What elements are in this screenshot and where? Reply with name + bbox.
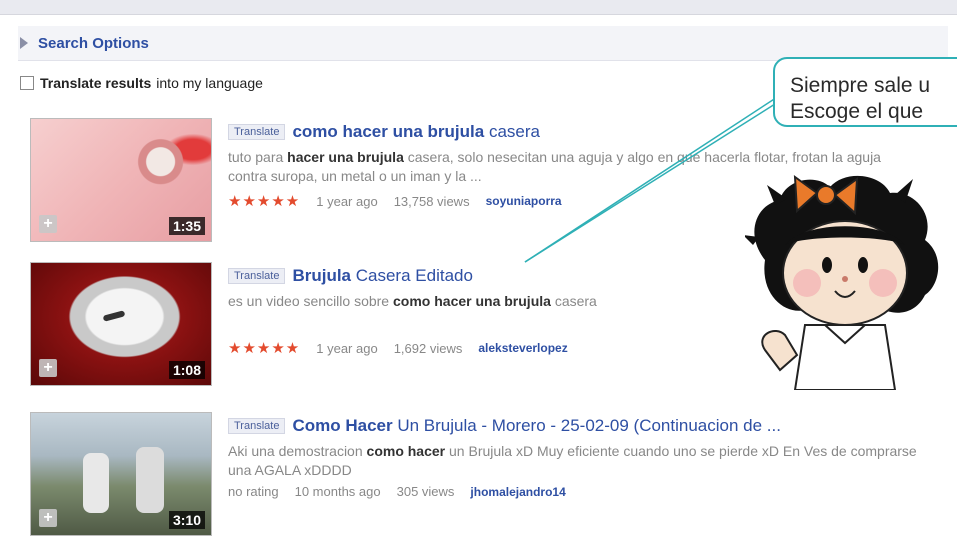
video-thumbnail[interactable]: + 3:10 bbox=[30, 412, 212, 536]
callout-line-1: Siempre sale u bbox=[790, 74, 931, 97]
video-description: Aki una demostracion como hacer un Bruju… bbox=[228, 443, 917, 478]
video-age: 1 year ago bbox=[316, 340, 378, 356]
view-count: 305 views bbox=[396, 484, 455, 499]
view-count: 1,692 views bbox=[393, 340, 463, 356]
translate-results-option[interactable]: Translate results into my language bbox=[20, 75, 263, 91]
rating-stars: ★★★★★ bbox=[228, 193, 301, 210]
add-to-queue-icon[interactable]: + bbox=[39, 359, 57, 377]
video-title-link[interactable]: Como Hacer Un Brujula - Morero - 25-02-0… bbox=[292, 416, 781, 436]
search-options-toggle[interactable]: Search Options bbox=[18, 26, 948, 61]
translate-button[interactable]: Translate bbox=[228, 268, 286, 284]
add-to-queue-icon[interactable]: + bbox=[39, 215, 57, 233]
translate-results-bold: Translate results bbox=[40, 75, 152, 91]
translate-checkbox[interactable] bbox=[20, 76, 34, 90]
video-duration: 1:35 bbox=[168, 217, 205, 235]
video-title-link[interactable]: como hacer una brujula casera bbox=[292, 122, 540, 142]
author-link[interactable]: jhomalejandro14 bbox=[470, 485, 565, 499]
translate-button[interactable]: Translate bbox=[228, 418, 286, 434]
top-bar bbox=[0, 0, 957, 15]
person-shape bbox=[83, 453, 109, 513]
translate-results-rest: into my language bbox=[156, 75, 263, 91]
video-title-link[interactable]: Brujula Casera Editado bbox=[292, 266, 472, 286]
rating-stars: ★★★★★ bbox=[228, 340, 301, 357]
search-options-label: Search Options bbox=[38, 34, 149, 52]
video-age: 1 year ago bbox=[316, 193, 378, 209]
video-thumbnail[interactable]: + 1:08 bbox=[30, 262, 212, 386]
expand-arrow-icon bbox=[20, 37, 28, 49]
needle-shape bbox=[102, 310, 126, 322]
add-to-queue-icon[interactable]: + bbox=[39, 509, 57, 527]
speech-callout: Siempre sale u Escoge el que bbox=[773, 57, 957, 127]
video-thumbnail[interactable]: + 1:35 bbox=[30, 118, 212, 242]
rating-text: no rating bbox=[228, 484, 279, 499]
author-link[interactable]: aleksteverlopez bbox=[478, 341, 567, 355]
cartoon-girl-illustration bbox=[745, 174, 939, 390]
person-shape bbox=[136, 447, 164, 513]
video-duration: 1:08 bbox=[168, 361, 205, 379]
translate-button[interactable]: Translate bbox=[228, 124, 286, 140]
callout-line-2: Escoge el que bbox=[790, 100, 924, 123]
video-age: 10 months ago bbox=[294, 484, 381, 499]
video-duration: 3:10 bbox=[168, 511, 205, 529]
view-count: 13,758 views bbox=[393, 193, 470, 209]
author-link[interactable]: soyuniaporra bbox=[486, 194, 562, 208]
result-item: + 3:10 Translate Como Hacer Un Brujula -… bbox=[30, 412, 930, 536]
